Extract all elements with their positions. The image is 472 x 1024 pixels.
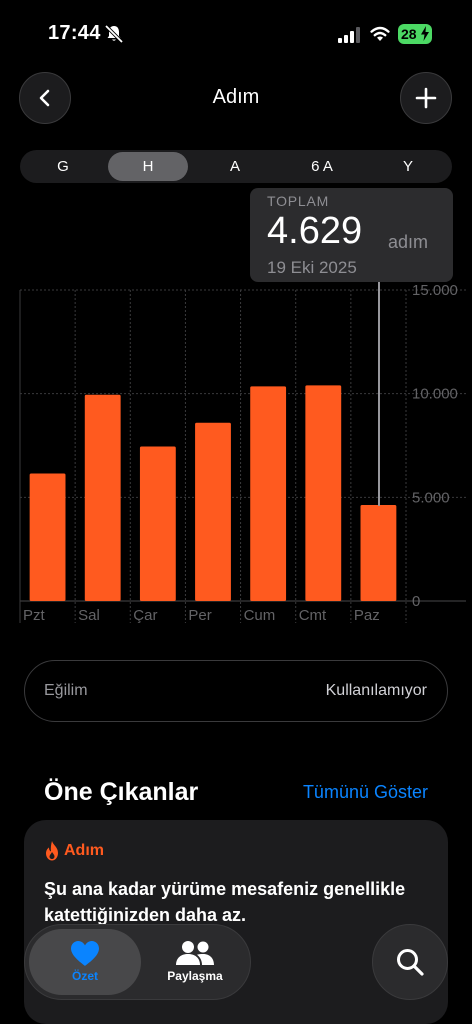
y-tick-label: 10.000 <box>412 386 458 403</box>
tooltip-label: TOPLAM <box>267 193 330 209</box>
y-tick-label: 5.000 <box>412 489 450 506</box>
tab-bar: Özet Paylaşma <box>24 924 251 1000</box>
charging-bolt-icon <box>421 26 429 41</box>
search-icon <box>397 949 424 976</box>
flame-icon <box>46 841 58 861</box>
status-time: 17:44 <box>48 22 101 44</box>
segment-month[interactable]: A <box>195 152 275 181</box>
steps-bar-chart[interactable]: 0 5.000 10.000 15.000 Pzt Sal Çar Per Cum Cmt Paz <box>0 280 472 625</box>
heart-icon <box>71 941 99 966</box>
x-tick-label: Çar <box>133 607 157 624</box>
highlight-card-text: Şu ana kadar yürüme mesafeniz genellikle… <box>44 879 406 925</box>
selection-line <box>378 282 380 506</box>
cellular-signal-icon <box>338 27 360 43</box>
tooltip-unit: adım <box>388 232 429 252</box>
tooltip-date: 19 Eki 2025 <box>267 258 357 277</box>
bell-slash-icon <box>104 24 124 44</box>
search-button[interactable] <box>372 924 448 1000</box>
highlights-title: Öne Çıkanlar <box>44 778 199 806</box>
y-tick-label: 0 <box>412 593 420 610</box>
people-icon <box>176 941 214 965</box>
time-range-segmented-control: G H A 6 A Y <box>20 150 452 183</box>
tooltip-value: 4.629 <box>267 210 363 252</box>
segment-day[interactable]: G <box>23 152 103 181</box>
bar-cmt[interactable] <box>305 385 342 601</box>
y-tick-label: 15.000 <box>412 282 458 299</box>
status-bar: 17:44 28 <box>0 0 472 70</box>
show-all-link[interactable]: Tümünü Göster <box>303 782 428 803</box>
bar-pzt[interactable] <box>29 473 66 601</box>
selection-tooltip: TOPLAM 4.629 adım 19 Eki 2025 <box>250 188 453 282</box>
segment-week[interactable]: H <box>108 152 188 181</box>
bar-sal[interactable] <box>84 394 121 601</box>
bar-cum[interactable] <box>250 386 287 601</box>
tab-sharing-label: Paylaşma <box>167 969 223 983</box>
x-tick-label: Cmt <box>299 607 327 624</box>
tab-summary[interactable]: Özet <box>29 929 141 995</box>
trend-value: Kullanılamıyor <box>325 682 427 699</box>
trend-row[interactable]: Eğilim Kullanılamıyor <box>24 660 448 722</box>
highlight-card-label: Adım <box>64 842 104 859</box>
x-tick-label: Pzt <box>23 607 46 624</box>
x-tick-label: Per <box>188 607 211 624</box>
plus-icon <box>415 87 437 109</box>
bar-paz[interactable] <box>360 505 397 601</box>
battery-indicator: 28 <box>398 24 432 44</box>
tab-summary-label: Özet <box>71 969 98 983</box>
segment-year[interactable]: Y <box>368 152 448 181</box>
x-tick-label: Paz <box>354 607 380 624</box>
wifi-icon <box>370 26 390 41</box>
bar-per[interactable] <box>195 422 231 601</box>
x-tick-label: Cum <box>244 607 276 624</box>
add-data-button[interactable] <box>400 72 452 124</box>
segment-six-months[interactable]: 6 A <box>282 152 362 181</box>
x-tick-label: Sal <box>78 607 100 624</box>
tab-sharing[interactable]: Paylaşma <box>143 929 247 995</box>
trend-label: Eğilim <box>44 682 88 699</box>
bar-çar[interactable] <box>139 446 176 601</box>
battery-level: 28 <box>401 26 417 42</box>
